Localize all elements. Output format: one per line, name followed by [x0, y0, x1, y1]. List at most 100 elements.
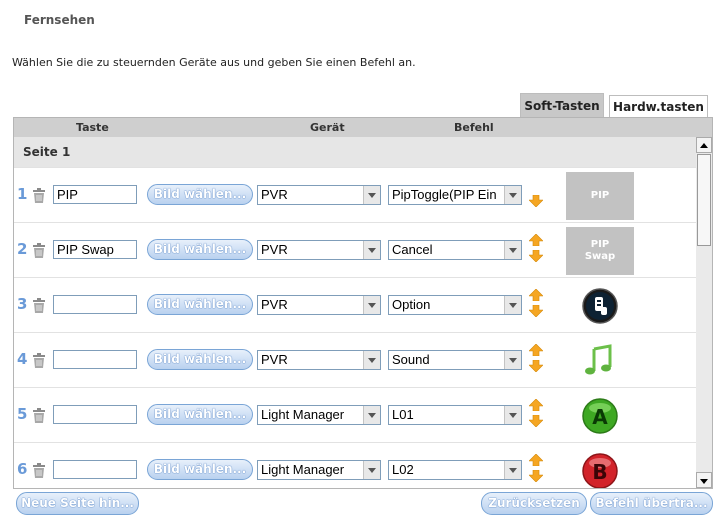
command-value: Cancel [392, 242, 433, 257]
intro-text: Wählen Sie die zu steuernden Geräte aus … [12, 56, 416, 69]
chevron-down-icon[interactable] [363, 461, 380, 479]
move-down-icon[interactable] [529, 250, 543, 262]
button-image-preview: PIP Swap [566, 227, 634, 275]
command-select[interactable]: L02 [388, 460, 522, 480]
device-value: Light Manager [261, 462, 345, 477]
choose-image-button[interactable]: Bild wählen... [147, 404, 253, 425]
device-select[interactable]: PVR [257, 185, 381, 205]
remote-control-icon [566, 282, 634, 330]
device-value: PVR [261, 297, 288, 312]
command-select[interactable]: L01 [388, 405, 522, 425]
trash-icon[interactable] [32, 188, 46, 203]
device-select[interactable]: PVR [257, 240, 381, 260]
taste-input[interactable] [53, 460, 137, 479]
command-panel: Taste Gerät Befehl Seite 1 1 PIP Bild wähl… [13, 117, 713, 489]
column-header: Taste Gerät Befehl [14, 118, 712, 137]
command-select[interactable]: Option [388, 295, 522, 315]
row-number: 6 [17, 460, 28, 478]
row-number: 3 [17, 295, 28, 313]
command-row: 3 Bild wählen... PVR Option [14, 277, 696, 332]
command-row: 4 Bild wählen... PVR Sound [14, 332, 696, 387]
choose-image-button[interactable]: Bild wählen... [147, 294, 253, 315]
chevron-down-icon[interactable] [363, 186, 380, 204]
command-select[interactable]: Sound [388, 350, 522, 370]
row-number: 4 [17, 350, 28, 368]
chevron-down-icon[interactable] [504, 186, 521, 204]
music-note-icon [566, 337, 634, 385]
scroll-thumb[interactable] [697, 154, 711, 246]
chevron-down-icon[interactable] [363, 406, 380, 424]
command-value: Option [392, 297, 431, 312]
choose-image-button[interactable]: Bild wählen... [147, 349, 253, 370]
tab-soft-tasten[interactable]: Soft-Tasten [520, 93, 604, 118]
move-up-icon[interactable] [529, 289, 543, 301]
page-title: Fernsehen [24, 13, 95, 27]
command-select[interactable]: PipToggle(PIP Ein [388, 185, 522, 205]
device-select[interactable]: PVR [257, 350, 381, 370]
command-value: L01 [392, 407, 414, 422]
device-select[interactable]: PVR [257, 295, 381, 315]
triangle-up-icon [700, 143, 708, 148]
red-b-button-icon: B [566, 447, 634, 488]
choose-image-button[interactable]: Bild wählen... [147, 184, 253, 205]
svg-text:A: A [592, 405, 608, 429]
device-select[interactable]: Light Manager [257, 405, 381, 425]
trash-icon[interactable] [32, 353, 46, 368]
green-a-button-icon: A [566, 392, 634, 440]
command-row: 5 Bild wählen... Light Manager L01 A [14, 387, 696, 442]
column-taste: Taste [76, 121, 109, 134]
choose-image-button[interactable]: Bild wählen... [147, 239, 253, 260]
row-number: 2 [17, 240, 28, 258]
trash-icon[interactable] [32, 463, 46, 478]
taste-input[interactable] [53, 405, 137, 424]
tab-hardw-tasten[interactable]: Hardw.tasten [609, 95, 708, 117]
choose-image-button[interactable]: Bild wählen... [147, 459, 253, 480]
chevron-down-icon[interactable] [504, 296, 521, 314]
trash-icon[interactable] [32, 298, 46, 313]
move-up-icon[interactable] [529, 399, 543, 411]
chevron-down-icon[interactable] [504, 351, 521, 369]
chevron-down-icon[interactable] [504, 406, 521, 424]
button-image-preview: PIP [566, 172, 634, 220]
image-label: PIP [590, 190, 610, 201]
command-value: L02 [392, 462, 414, 477]
command-row: 6 Bild wählen... Light Manager L02 B [14, 442, 696, 488]
move-up-icon[interactable] [529, 454, 543, 466]
device-value: PVR [261, 242, 288, 257]
triangle-down-icon [700, 479, 708, 484]
column-befehl: Befehl [454, 121, 494, 134]
chevron-down-icon[interactable] [504, 461, 521, 479]
scroll-down-button[interactable] [696, 472, 712, 488]
trash-icon[interactable] [32, 243, 46, 258]
image-label: PIP Swap [584, 239, 616, 262]
command-value: PipToggle(PIP Ein [392, 187, 497, 202]
move-up-icon[interactable] [529, 234, 543, 246]
chevron-down-icon[interactable] [363, 296, 380, 314]
reset-button[interactable]: Zurücksetzen [481, 492, 587, 515]
chevron-down-icon[interactable] [363, 241, 380, 259]
move-down-icon[interactable] [529, 195, 543, 207]
command-value: Sound [392, 352, 430, 367]
taste-input[interactable]: PIP Swap [53, 240, 137, 259]
device-select[interactable]: Light Manager [257, 460, 381, 480]
move-down-icon[interactable] [529, 360, 543, 372]
transmit-command-button[interactable]: Befehl übertra... [590, 492, 713, 515]
command-select[interactable]: Cancel [388, 240, 522, 260]
chevron-down-icon[interactable] [363, 351, 380, 369]
taste-input[interactable] [53, 295, 137, 314]
section-title: Seite 1 [14, 137, 696, 167]
move-up-icon[interactable] [529, 344, 543, 356]
taste-input[interactable]: PIP [53, 185, 137, 204]
row-number: 5 [17, 405, 28, 423]
move-down-icon[interactable] [529, 305, 543, 317]
vertical-scrollbar[interactable] [696, 137, 712, 488]
command-row: 2 PIP Swap Bild wählen... PVR Cancel PIP Swap [14, 222, 696, 277]
trash-icon[interactable] [32, 408, 46, 423]
chevron-down-icon[interactable] [504, 241, 521, 259]
device-value: PVR [261, 352, 288, 367]
scroll-up-button[interactable] [696, 137, 712, 153]
taste-input[interactable] [53, 350, 137, 369]
move-down-icon[interactable] [529, 415, 543, 427]
move-down-icon[interactable] [529, 470, 543, 482]
new-page-button[interactable]: Neue Seite hin... [16, 492, 139, 515]
